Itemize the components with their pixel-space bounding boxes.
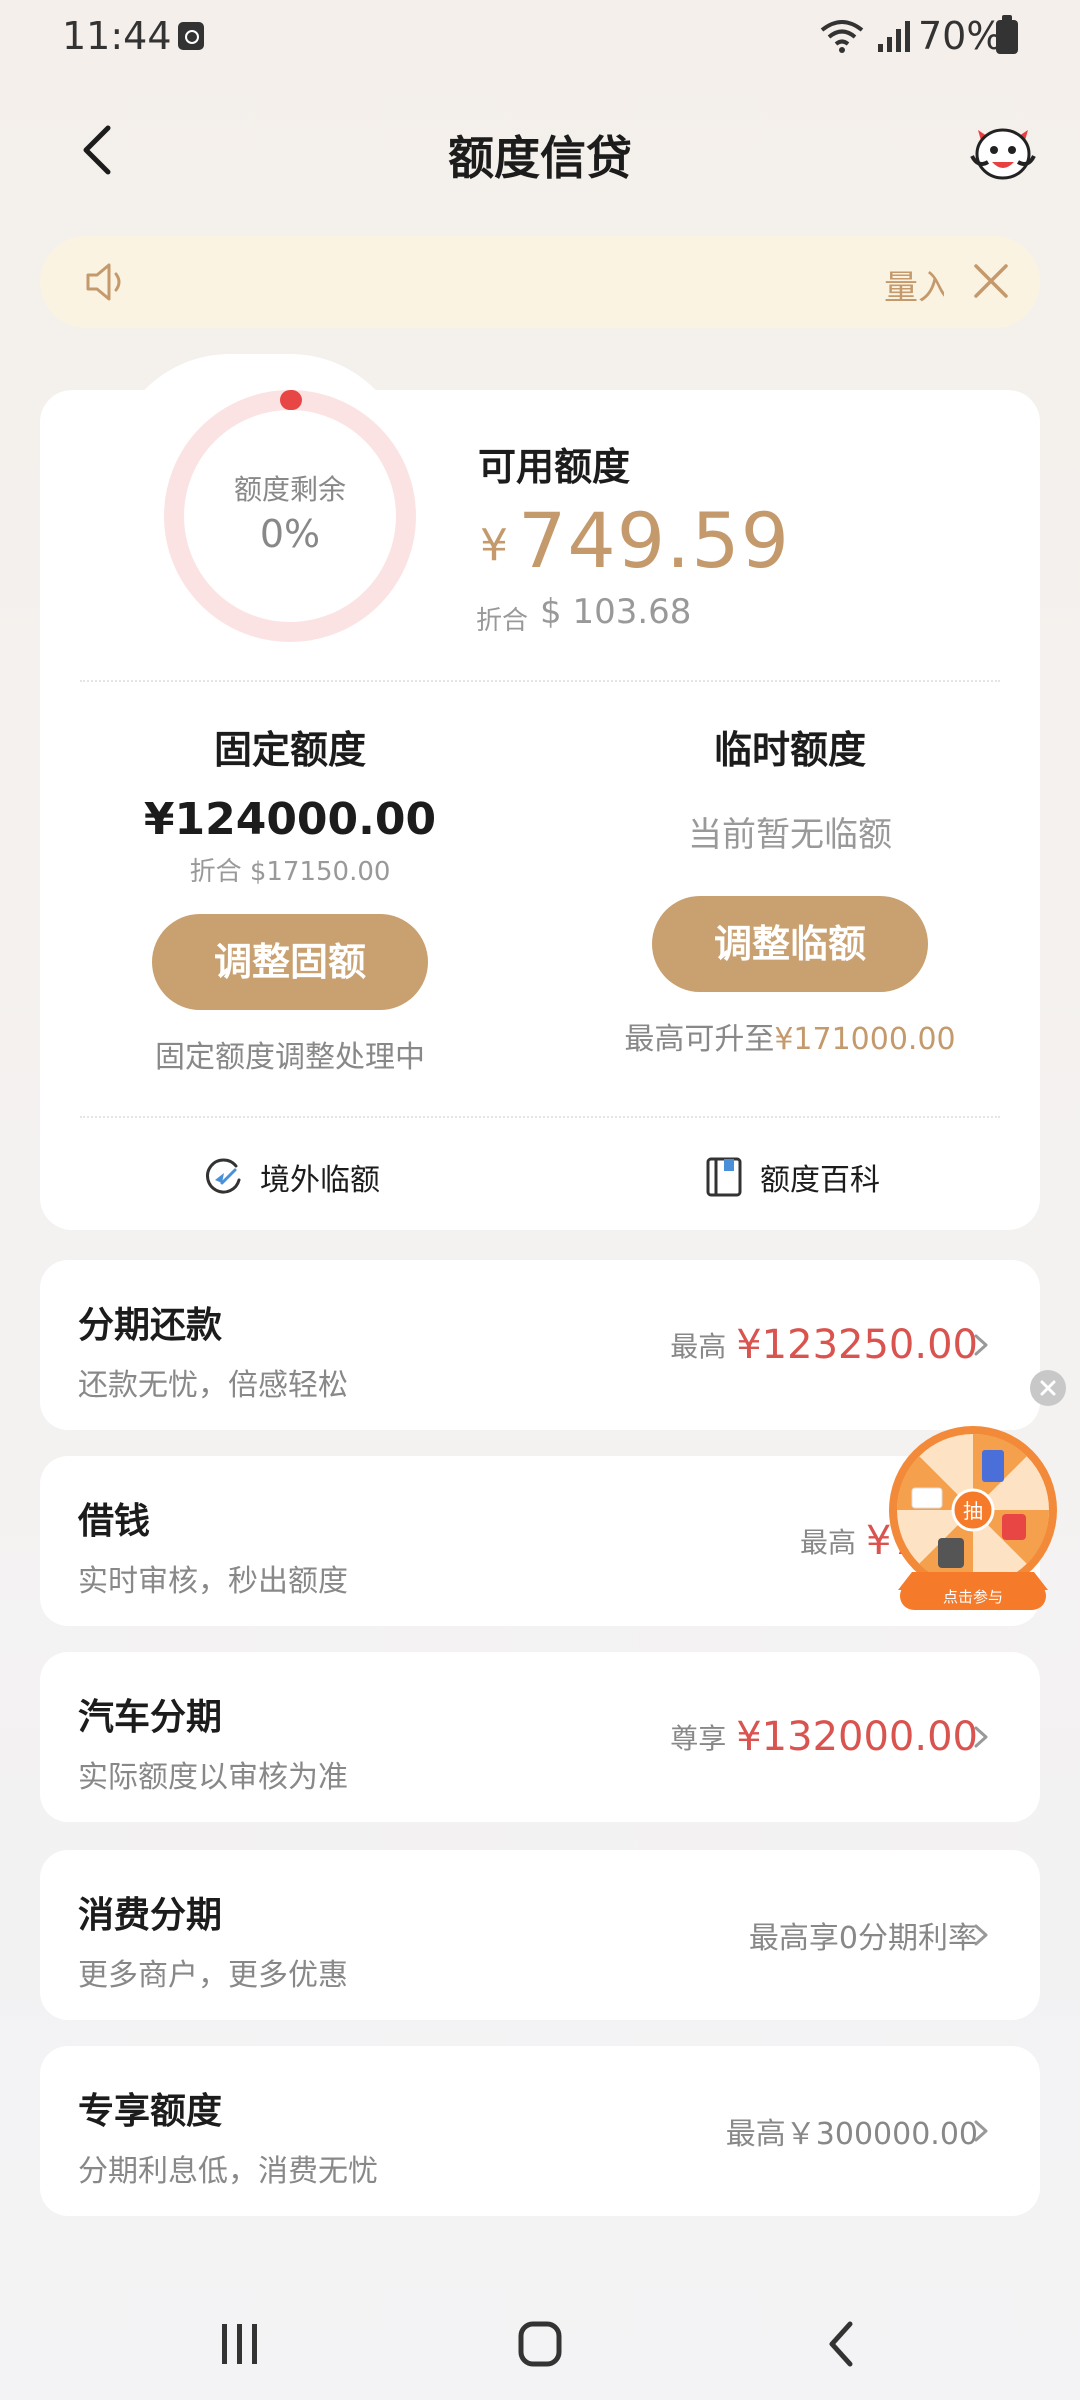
chevron-right-icon	[974, 1334, 988, 1356]
product-offer-value: ¥123250.00	[736, 1322, 978, 1368]
product-title: 分期还款	[78, 1305, 223, 1346]
alarm-icon	[178, 22, 204, 50]
assistant-mascot-icon[interactable]	[968, 116, 1038, 186]
fixed-quota-title: 固定额度	[213, 728, 366, 772]
adjust-fixed-button[interactable]: 调整固额	[152, 914, 428, 1010]
product-offer: 尊享 ¥132000.00	[670, 1712, 978, 1762]
fixed-quota-section: 固定额度 ¥124000.00 折合 $17150.00 调整固额 固定额度调整…	[60, 720, 520, 1076]
status-bar: 11:44 70%	[0, 0, 1080, 74]
temp-quota-status: 当前暂无临额	[688, 815, 892, 855]
home-button[interactable]	[518, 2320, 562, 2368]
available-conv-label: 折合	[476, 606, 529, 636]
product-offer: 最高￥300000.00	[726, 2106, 978, 2156]
battery-percent: 70%	[918, 14, 1003, 58]
product-title: 专享额度	[78, 2091, 223, 2132]
quota-wiki-label: 额度百科	[760, 1163, 880, 1198]
product-offer-prefix: 最高	[670, 1330, 727, 1363]
fixed-quota-amount: ¥124000.00	[143, 794, 437, 845]
lottery-center-label: 抽	[963, 1499, 983, 1523]
divider	[80, 1116, 1000, 1118]
list-item-car-installment[interactable]: 汽车分期 实际额度以审核为准 尊享 ¥132000.00	[40, 1652, 1040, 1822]
adjust-temp-button[interactable]: 调整临额	[652, 896, 928, 992]
temp-note-value: ¥171000.00	[774, 1022, 956, 1057]
list-item-installment-repayment[interactable]: 分期还款 还款无忧，倍感轻松 最高 ¥123250.00	[40, 1260, 1040, 1430]
product-subtitle: 分期利息低，消费无忧	[78, 2154, 378, 2189]
temp-note-prefix: 最高可升至	[624, 1022, 775, 1057]
overseas-quota-icon	[206, 1158, 241, 1194]
close-icon[interactable]	[968, 258, 1014, 304]
system-nav-bar	[0, 2300, 1080, 2400]
product-offer-value: 最高享0分期利率	[748, 1921, 978, 1956]
temp-quota-note: 最高可升至¥171000.00	[560, 1014, 1020, 1058]
product-title: 借钱	[78, 1501, 151, 1542]
ring-label: 额度剩余	[233, 473, 346, 506]
overseas-temp-quota-label: 境外临额	[260, 1163, 380, 1198]
signal-icon	[878, 21, 910, 52]
fixed-quota-note: 固定额度调整处理中	[155, 1040, 425, 1075]
book-icon	[706, 1157, 742, 1197]
divider	[80, 680, 1000, 682]
battery-icon	[996, 15, 1018, 54]
header: 额度信贷	[0, 100, 1080, 200]
ring-value: 0%	[259, 512, 321, 556]
quota-wiki-link[interactable]: 额度百科	[704, 1152, 880, 1202]
product-subtitle: 更多商户，更多优惠	[78, 1958, 348, 1993]
speaker-icon	[86, 263, 121, 301]
lottery-close-button[interactable]	[1030, 1370, 1066, 1406]
product-title: 汽车分期	[78, 1697, 223, 1738]
product-offer: 最高 ¥123250.00	[670, 1320, 978, 1370]
chevron-right-icon	[974, 1924, 988, 1946]
product-title: 消费分期	[78, 1895, 223, 1936]
product-subtitle: 实时审核，秒出额度	[78, 1564, 348, 1599]
product-subtitle: 实际额度以审核为准	[78, 1760, 348, 1795]
lottery-wheel-widget[interactable]: 抽 点击参与	[886, 1420, 1060, 1616]
wifi-icon	[820, 20, 864, 53]
temp-quota-section: 临时额度 当前暂无临额 调整临额 最高可升至¥171000.00	[560, 720, 1020, 1058]
available-quota-label: 可用额度	[478, 445, 631, 489]
chevron-right-icon	[974, 2120, 988, 2142]
product-offer-value: ¥132000.00	[736, 1714, 978, 1760]
product-offer-prefix: 最高	[800, 1526, 857, 1559]
product-offer: 最高享0分期利率	[749, 1910, 978, 1960]
system-back-button[interactable]	[826, 2320, 856, 2368]
status-time: 11:44	[62, 14, 172, 58]
lottery-cta-label: 点击参与	[943, 1588, 1003, 1606]
product-offer-value: 最高￥300000.00	[725, 2117, 978, 2152]
available-currency: ¥	[480, 520, 508, 571]
product-offer-prefix: 尊享	[670, 1722, 727, 1755]
product-subtitle: 还款无忧，倍感轻松	[78, 1368, 348, 1403]
close-icon	[1040, 1380, 1056, 1396]
temp-quota-title: 临时额度	[713, 728, 866, 772]
available-conv-value: $ 103.68	[540, 592, 692, 632]
page-title: 额度信贷	[448, 131, 632, 185]
notice-text: 量入	[884, 268, 944, 308]
list-item-exclusive-quota[interactable]: 专享额度 分期利息低，消费无忧 最高￥300000.00	[40, 2046, 1040, 2216]
overseas-temp-quota-link[interactable]: 境外临额	[202, 1152, 380, 1202]
notice-bar[interactable]: 量入	[40, 236, 1040, 328]
chevron-right-icon	[974, 1726, 988, 1748]
list-item-consumer-installment[interactable]: 消费分期 更多商户，更多优惠 最高享0分期利率	[40, 1850, 1040, 2020]
available-amount: 749.59	[518, 496, 790, 585]
recents-button[interactable]	[220, 2322, 260, 2366]
fixed-quota-conv: 折合 $17150.00	[189, 857, 391, 887]
